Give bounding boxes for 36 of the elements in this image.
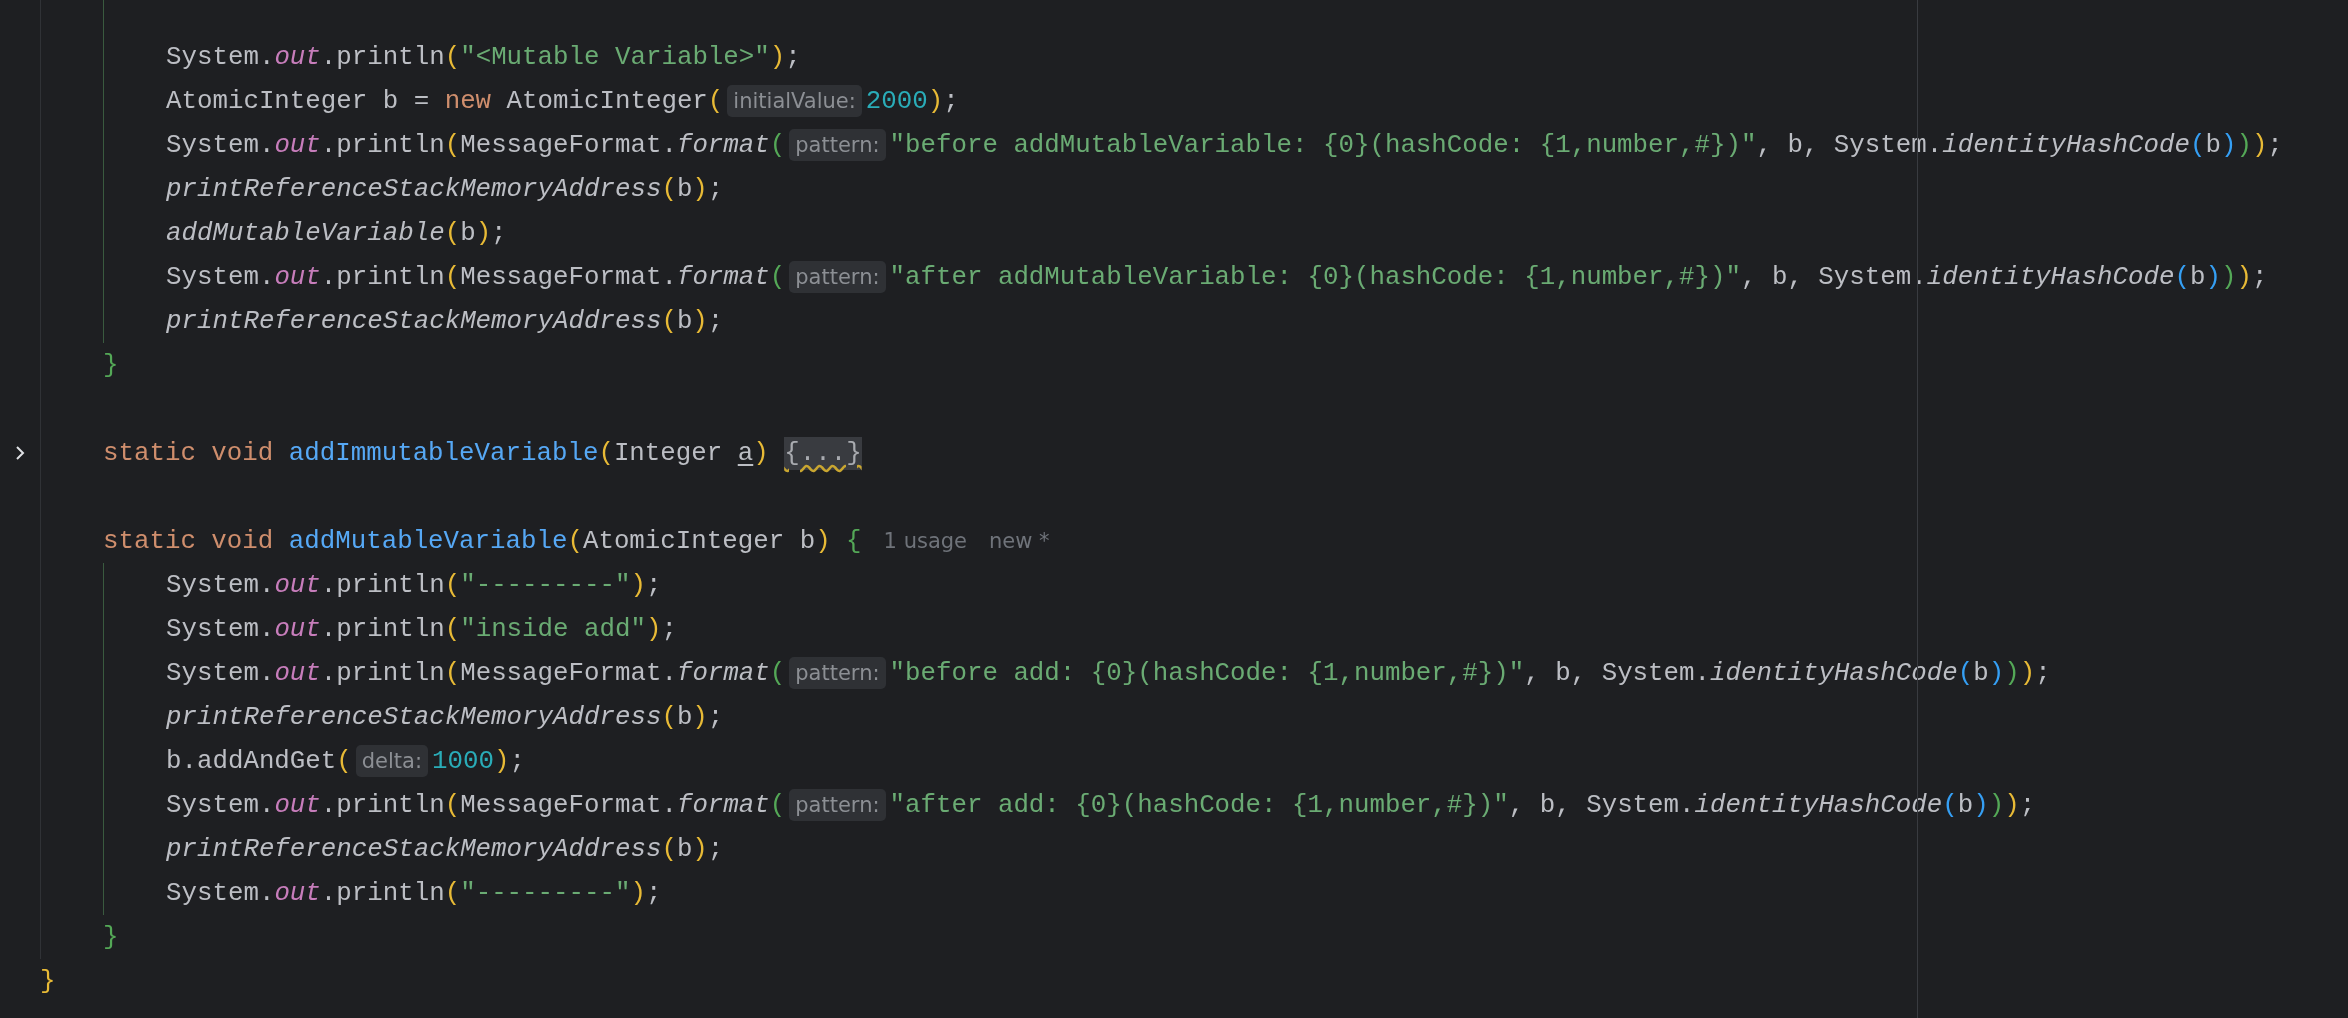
parameter-hint: pattern: — [789, 129, 886, 161]
code-text: } — [40, 966, 56, 996]
code-text: b.addAndGet( — [166, 746, 352, 776]
parameter-hint: pattern: — [789, 261, 886, 293]
code-text: "before add: {0}(hashCode: {1,number,#})", b, System.identityHashCode(b))); — [889, 658, 2051, 688]
code-text: System.out.println("---------"); — [166, 878, 662, 908]
code-text: } — [103, 922, 119, 952]
code-text: printReferenceStackMemoryAddress(b); — [166, 834, 724, 864]
code-text: printReferenceStackMemoryAddress(b); — [166, 306, 724, 336]
parameter-hint: initialValue: — [727, 85, 862, 117]
code-text: 1000); — [432, 746, 525, 776]
code-text: "before addMutableVariable: {0}(hashCode: {1,number,#})", b, System.identityHashCode(b))); — [889, 130, 2283, 160]
code-text: "after add: {0}(hashCode: {1,number,#})", b, System.identityHashCode(b))); — [889, 790, 2036, 820]
code-text: AtomicInteger b = new AtomicInteger( — [166, 86, 724, 116]
inline-hint[interactable]: 1 usage — [883, 529, 967, 553]
code-text: System.out.println(MessageFormat.format( — [166, 130, 786, 160]
code-text: System.out.println(MessageFormat.format( — [166, 658, 786, 688]
code-text: System.out.println("inside add"); — [166, 614, 677, 644]
code-text: 2000); — [865, 86, 959, 116]
code-text: } — [103, 350, 119, 380]
code-text: System.out.println(MessageFormat.format( — [166, 790, 786, 820]
code-text: System.out.println("---------"); — [166, 570, 662, 600]
folded-code-placeholder[interactable]: {...} — [784, 436, 862, 470]
chevron-icon[interactable] — [14, 446, 26, 460]
code-text: System.out.println("<Mutable Variable>"); — [166, 42, 801, 72]
inline-hint[interactable]: new * — [989, 529, 1050, 553]
code-text: static void addImmutableVariable(Integer a) — [103, 438, 770, 468]
code-text: printReferenceStackMemoryAddress(b); — [166, 702, 724, 732]
parameter-hint: delta: — [355, 745, 429, 777]
code-text: static void addMutableVariable(AtomicInteger b) { — [103, 526, 862, 556]
code-text: System.out.println(MessageFormat.format( — [166, 262, 786, 292]
code-text: printReferenceStackMemoryAddress(b); — [166, 174, 724, 204]
code-text: addMutableVariable(b); — [166, 218, 507, 248]
parameter-hint: pattern: — [789, 789, 886, 821]
parameter-hint: pattern: — [789, 657, 886, 689]
code-text: "after addMutableVariable: {0}(hashCode: {1,number,#})", b, System.identityHashCode(b))); — [889, 262, 2268, 292]
